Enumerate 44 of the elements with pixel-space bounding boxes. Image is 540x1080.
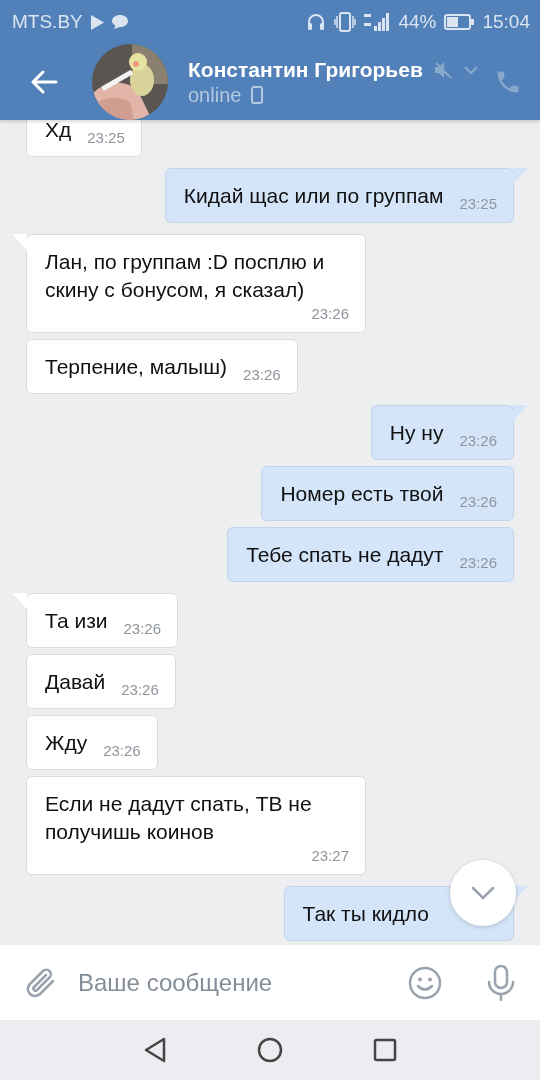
chat-icon <box>111 15 128 29</box>
signal-icon <box>364 12 391 32</box>
message-text: Та изи <box>45 608 108 634</box>
message-time: 23:26 <box>123 619 162 639</box>
message-text: Жду <box>45 730 88 756</box>
message-text: Хд <box>45 120 72 143</box>
chevron-down-icon <box>471 886 495 900</box>
message-text: Ну ну <box>389 420 444 446</box>
message-time: 23:26 <box>459 553 497 573</box>
message-text: Кидай щас или по группам <box>183 183 444 209</box>
message-time: 23:26 <box>121 680 159 700</box>
message-text: Так ты кидло <box>302 901 429 927</box>
message-text: Терпение, малыш) <box>45 354 228 380</box>
vibrate-icon <box>334 12 357 32</box>
message-time: 23:26 <box>311 304 349 324</box>
chevron-down-icon[interactable] <box>462 64 479 75</box>
message-text: Тебе спать не дадут <box>246 542 444 568</box>
battery-icon <box>444 14 475 30</box>
phone-device-icon <box>251 86 264 104</box>
message-time: 23:25 <box>87 128 125 148</box>
clock-time: 15:04 <box>482 11 530 33</box>
message-time: 23:26 <box>459 431 497 451</box>
carrier-name: MTS.BY <box>12 11 83 33</box>
battery-percent: 44% <box>398 11 437 33</box>
recent-apps-icon[interactable] <box>373 1038 397 1062</box>
message-time: 23:26 <box>243 365 281 385</box>
home-icon[interactable] <box>257 1037 283 1063</box>
message-time: 23:27 <box>311 846 349 866</box>
microphone-icon[interactable] <box>486 964 516 1001</box>
play-icon <box>90 14 104 30</box>
contact-name: Константин Григорьев <box>188 57 423 82</box>
back-icon[interactable] <box>143 1037 167 1063</box>
message-text: Номер есть твой <box>280 481 444 507</box>
back-arrow-icon <box>30 70 58 94</box>
scroll-down-button[interactable] <box>450 860 516 926</box>
message-text: Если не дадут спать, ТВ не получишь коинов <box>45 791 313 845</box>
message-text: Давай <box>45 669 106 695</box>
message-time: 23:25 <box>459 194 497 214</box>
headphones-icon <box>306 12 327 32</box>
emoji-icon[interactable] <box>408 965 442 1000</box>
message-text: Лан, по группам :D посплю и скину с бонусом, я сказал) <box>45 249 326 303</box>
online-status: online <box>188 83 242 107</box>
message-time: 23:26 <box>459 492 497 512</box>
message-time: 23:26 <box>103 741 141 761</box>
